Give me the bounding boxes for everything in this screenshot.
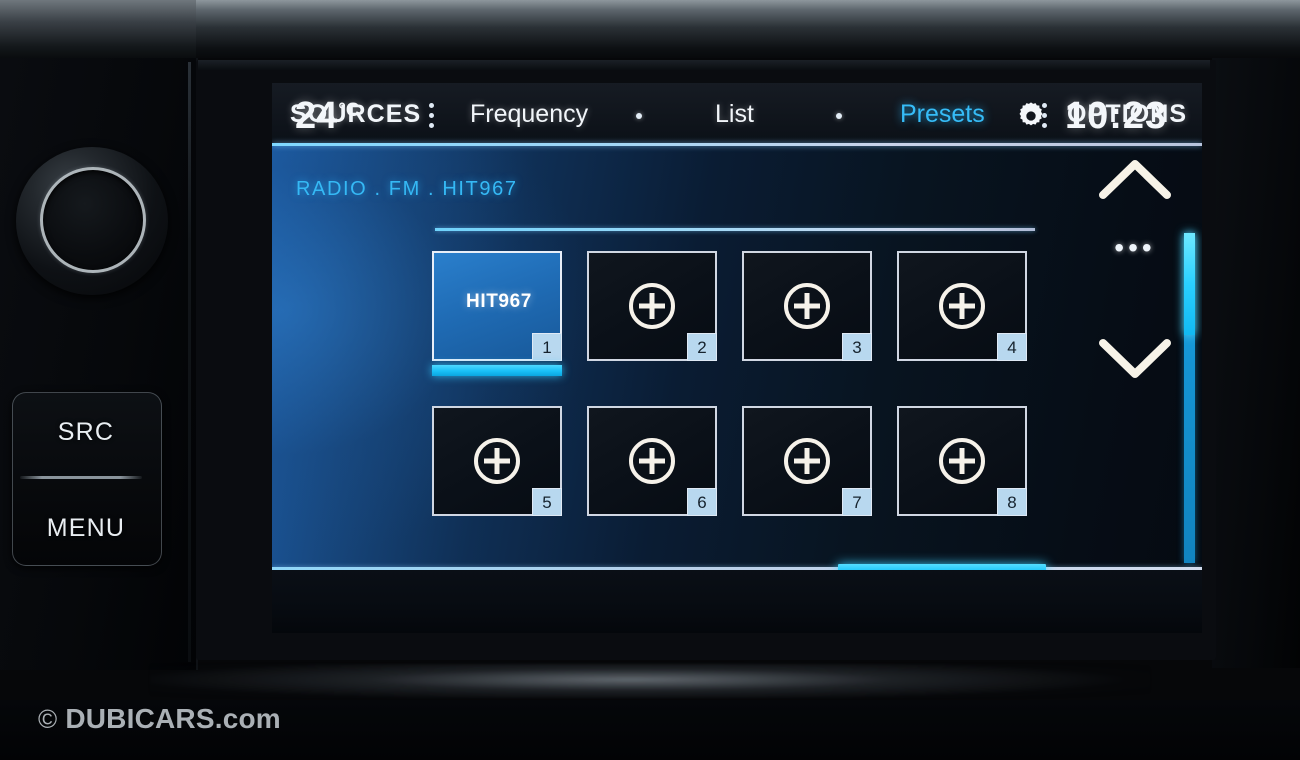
dashboard-hood-left [0,0,196,62]
rocker-divider [12,472,152,486]
tab-sources[interactable]: SOURCES [290,97,421,131]
tab-options[interactable]: OPTIONS [1067,97,1187,131]
plus-circle-icon [782,436,832,486]
watermark: © DUBICARS.com [38,703,281,735]
preset-tile-4[interactable]: 4 [897,251,1027,361]
preset-tile-1[interactable]: HIT967 1 [432,251,562,361]
infotainment-screen: 24°C 10:23 RADIO . FM . HIT967 HIT967 1 2 3… [272,83,1202,633]
tab-separator-dot-2 [836,113,842,119]
chevron-up-icon[interactable] [1092,151,1178,207]
bottom-navigation-bar [272,570,1202,633]
preset-tile-active-underline [432,365,562,376]
sources-separator-icon [429,103,434,128]
plus-circle-icon [627,281,677,331]
preset-tile-8[interactable]: 8 [897,406,1027,516]
tab-separator-dot-1 [636,113,642,119]
tab-list[interactable]: List [715,97,754,131]
preset-station-name: HIT967 [466,291,532,312]
preset-tile-5[interactable]: 5 [432,406,562,516]
console-trim-highlight [150,664,1150,698]
menu-button[interactable]: MENU [12,514,160,543]
knob-ring [40,167,146,273]
volume-knob[interactable] [10,143,176,299]
preset-tile-6[interactable]: 6 [587,406,717,516]
src-button[interactable]: SRC [12,418,160,447]
right-bezel-panel [1212,58,1300,668]
preset-number-badge: 7 [842,488,872,516]
preset-grid: HIT967 1 2 3 4 5 6 7 8 [432,251,1052,551]
preset-tile-2[interactable]: 2 [587,251,717,361]
preset-number-badge: 3 [842,333,872,361]
preset-number-badge: 5 [532,488,562,516]
options-separator-icon [1042,103,1047,128]
tab-frequency[interactable]: Frequency [470,97,588,131]
plus-circle-icon [782,281,832,331]
watermark-text: DUBICARS.com [65,703,281,734]
preset-number-badge: 2 [687,333,717,361]
bezel-top-gloss [198,60,1210,70]
breadcrumb: RADIO . FM . HIT967 [296,178,518,200]
status-bar-underline [272,143,1202,146]
preset-number-badge: 4 [997,333,1027,361]
preset-tile-3[interactable]: 3 [742,251,872,361]
preset-number-badge: 1 [532,333,562,361]
screenshot-root: SRC MENU 24°C 10:23 RADIO . FM . HIT967 … [0,0,1300,760]
page-indicator-dots: ••• [1114,232,1156,263]
preset-grid-divider [435,228,1035,231]
preset-number-badge: 8 [997,488,1027,516]
plus-circle-icon [627,436,677,486]
preset-tile-7[interactable]: 7 [742,406,872,516]
tab-presets[interactable]: Presets [900,97,985,131]
plus-circle-icon [937,436,987,486]
preset-number-badge: 6 [687,488,717,516]
plus-circle-icon [937,281,987,331]
watermark-copyright-symbol: © [38,704,58,734]
scrollbar-thumb[interactable] [1184,233,1195,335]
panel-seam [188,62,191,662]
plus-circle-icon [472,436,522,486]
chevron-down-icon[interactable] [1092,331,1178,387]
